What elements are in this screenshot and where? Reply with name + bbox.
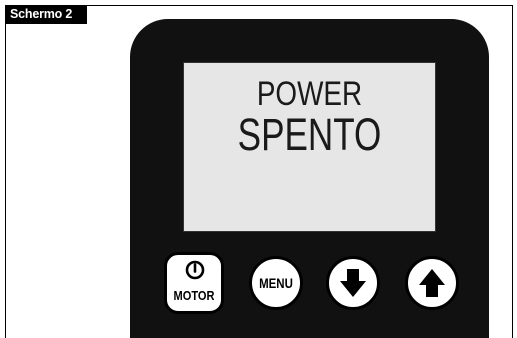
- up-button[interactable]: [405, 256, 459, 310]
- power-icon: [185, 260, 205, 280]
- motor-button-label: MOTOR: [173, 288, 215, 303]
- display-line-status: SPENTO: [237, 109, 382, 160]
- arrow-down-icon: [340, 269, 366, 297]
- menu-button-label: MENU: [259, 275, 293, 291]
- screen-tag: Schermo 2: [5, 5, 87, 24]
- arrow-up-icon: [419, 269, 445, 297]
- figure-frame-right: [512, 5, 513, 338]
- control-panel: POWER SPENTO MOTOR MENU: [130, 19, 489, 338]
- down-button[interactable]: [326, 256, 380, 310]
- motor-button[interactable]: MOTOR: [164, 252, 224, 314]
- menu-button[interactable]: MENU: [249, 256, 303, 310]
- figure-frame-left: [5, 5, 6, 338]
- lcd-display: POWER SPENTO: [183, 62, 436, 232]
